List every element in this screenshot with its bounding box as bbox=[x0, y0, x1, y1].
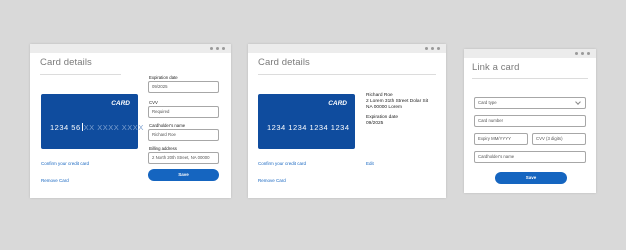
page-title: Link a card bbox=[472, 62, 520, 73]
card-number-typed: 1234 56 bbox=[50, 123, 81, 132]
remove-card-link[interactable]: Remove Card bbox=[41, 178, 69, 183]
confirm-card-link[interactable]: Confirm your credit card bbox=[41, 161, 89, 166]
chevron-down-icon bbox=[575, 99, 581, 105]
window-control-dot[interactable] bbox=[581, 52, 584, 55]
expiry-input[interactable]: Expiry MM/YYYY bbox=[474, 133, 528, 145]
title-divider bbox=[40, 74, 121, 75]
card-number-placeholder: XX XXXX XXXX bbox=[83, 123, 144, 132]
expiration-field[interactable]: 09/2025 bbox=[148, 81, 219, 93]
window-control-dot[interactable] bbox=[431, 47, 434, 50]
cardholder-name-field[interactable]: Richard Roe bbox=[148, 129, 219, 141]
card-number-display: 1234 1234 1234 1234 bbox=[267, 123, 350, 132]
window-control-dot[interactable] bbox=[437, 47, 440, 50]
card-brand-label: CARD bbox=[328, 100, 347, 107]
card-details-view-window: Card details CARD 1234 1234 1234 1234 Ri… bbox=[248, 44, 446, 198]
window-title-bar bbox=[464, 49, 596, 58]
window-control-dot[interactable] bbox=[216, 47, 219, 50]
window-control-dot[interactable] bbox=[425, 47, 428, 50]
cvv-input[interactable]: CVV (3 digits) bbox=[532, 133, 586, 145]
cardholder-name-input[interactable]: Cardholder's name bbox=[474, 151, 586, 163]
cvv-field[interactable]: Required bbox=[148, 106, 219, 118]
window-control-dot[interactable] bbox=[587, 52, 590, 55]
window-control-dot[interactable] bbox=[575, 52, 578, 55]
window-title-bar bbox=[248, 44, 446, 53]
billing-address-line1: 2 Lorem 31th Street Dolar Sit bbox=[366, 99, 429, 104]
credit-card-preview: CARD 1234 1234 1234 1234 bbox=[258, 94, 355, 149]
card-type-placeholder: Card type bbox=[478, 100, 497, 105]
window-control-dot[interactable] bbox=[210, 47, 213, 50]
link-card-window: Link a card Card type Card number Expiry… bbox=[464, 49, 596, 193]
text-caret bbox=[81, 123, 83, 131]
title-divider bbox=[258, 74, 436, 75]
billing-address-field[interactable]: 2 North 20th Street, NA 00000 bbox=[148, 152, 219, 164]
cardholder-name-label: Cardholder's name bbox=[149, 123, 186, 128]
credit-card-preview: CARD 1234 56 XX XXXX XXXX bbox=[41, 94, 143, 149]
edit-link[interactable]: Edit bbox=[366, 161, 374, 166]
save-button[interactable]: Save bbox=[148, 169, 219, 181]
billing-address-line2: NA 00000 Lorem bbox=[366, 105, 402, 110]
cardholder-name: Richard Roe bbox=[366, 93, 393, 98]
remove-card-link[interactable]: Remove Card bbox=[258, 178, 286, 183]
card-brand-label: CARD bbox=[111, 100, 130, 107]
window-control-dot[interactable] bbox=[222, 47, 225, 50]
page-title: Card details bbox=[40, 57, 92, 68]
card-type-select[interactable]: Card type bbox=[474, 97, 586, 109]
billing-address-label: Billing address bbox=[149, 146, 177, 151]
window-title-bar bbox=[30, 44, 231, 53]
expiration-label: Expiration date bbox=[149, 75, 178, 80]
card-details-edit-window: Card details CARD 1234 56 XX XXXX XXXX Co… bbox=[30, 44, 231, 198]
page-title: Card details bbox=[258, 57, 310, 68]
save-button[interactable]: Save bbox=[495, 172, 567, 184]
card-number-input[interactable]: Card number bbox=[474, 115, 586, 127]
title-divider bbox=[472, 78, 588, 79]
expiration-label: Expiration date bbox=[366, 115, 398, 120]
expiration-value: 09/2025 bbox=[366, 121, 384, 126]
cvv-label: CVV bbox=[149, 100, 158, 105]
confirm-card-link[interactable]: Confirm your credit card bbox=[258, 161, 306, 166]
card-number-display: 1234 56 XX XXXX XXXX bbox=[50, 123, 144, 132]
